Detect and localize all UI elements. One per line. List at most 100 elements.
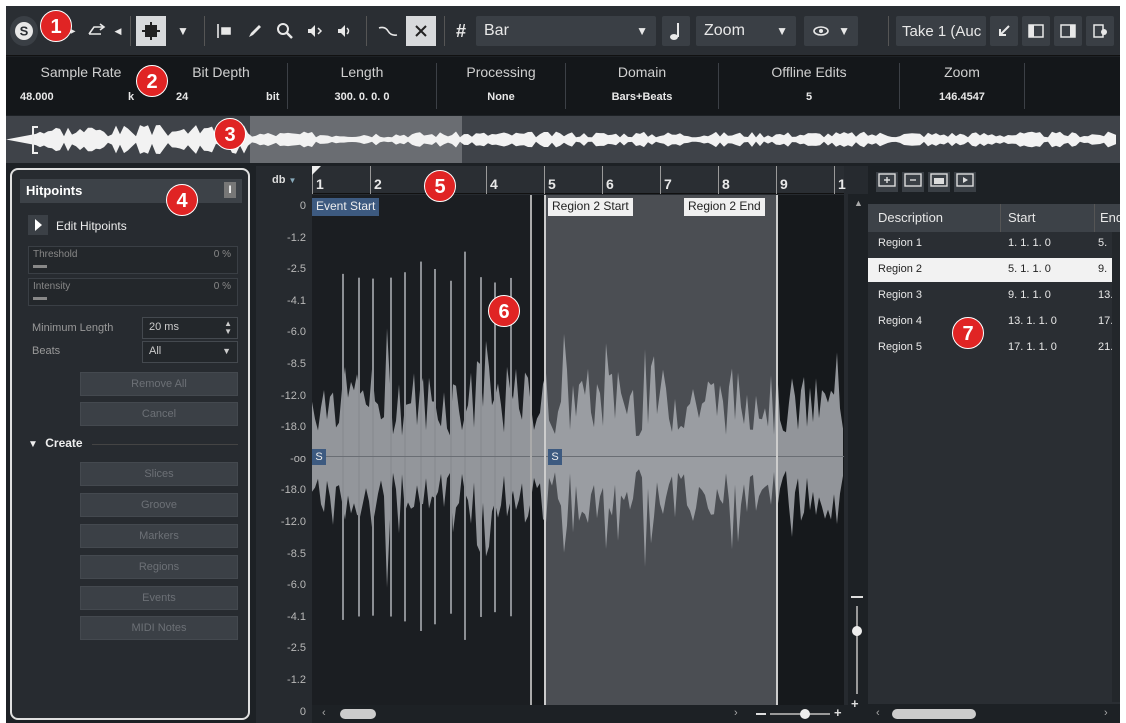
ruler-format-value: Bar: [484, 22, 509, 39]
column-header-description[interactable]: Description: [878, 210, 943, 225]
scroll-up-arrow[interactable]: ▲: [854, 198, 863, 208]
horizontal-scrollbar[interactable]: ‹ › +: [312, 705, 848, 723]
solo-button[interactable]: S: [10, 16, 38, 46]
object-selection-tool[interactable]: [136, 16, 166, 46]
locate-button[interactable]: [990, 16, 1018, 46]
ruler-format-dropdown[interactable]: Bar ▼: [476, 16, 656, 46]
region-sync-point-marker[interactable]: S: [548, 449, 562, 465]
grid-icon: #: [455, 20, 466, 41]
horizontal-zoom-plus[interactable]: +: [834, 705, 842, 720]
info-line: Sample Rate 48.000 k Bit Depth 24 bit Le…: [6, 57, 1120, 115]
visibility-dropdown[interactable]: ▼: [804, 16, 858, 46]
create-groove-button[interactable]: Groove: [80, 493, 238, 517]
event-start-marker[interactable]: Event Start: [312, 198, 380, 216]
left-zone-toggle[interactable]: [1022, 16, 1050, 46]
snap-zero-crossing-button[interactable]: [406, 16, 436, 46]
region-end: 5.: [1098, 237, 1108, 249]
loop-playback-button[interactable]: [82, 16, 112, 46]
window-settings-button[interactable]: [1086, 16, 1114, 46]
level-unit-dropdown[interactable]: db ▼: [272, 174, 296, 186]
svg-text:S: S: [20, 24, 29, 39]
edit-hitpoints-button[interactable]: [28, 215, 48, 235]
remove-region-button[interactable]: [902, 172, 924, 192]
draw-tool[interactable]: [242, 16, 268, 46]
callout-marker-3: 3: [214, 118, 246, 150]
create-regions-button[interactable]: Regions: [80, 555, 238, 579]
horizontal-zoom-handle[interactable]: [800, 709, 810, 719]
right-zone-toggle[interactable]: [1054, 16, 1082, 46]
intensity-slider[interactable]: Intensity 0 %: [28, 278, 238, 306]
regions-scroll-thumb[interactable]: [892, 709, 976, 719]
table-row[interactable]: Region 4 13. 1. 1. 0 17.: [868, 310, 1120, 334]
select-region-button[interactable]: [928, 172, 950, 192]
info-length[interactable]: Length 300. 0. 0. 0: [288, 57, 436, 115]
table-row[interactable]: Region 2 5. 1. 1. 0 9.: [868, 258, 1120, 282]
create-slices-button[interactable]: Slices: [80, 462, 238, 486]
info-domain[interactable]: Domain Bars+Beats: [566, 57, 718, 115]
scroll-left-arrow[interactable]: ‹: [876, 707, 880, 719]
take-selector[interactable]: Take 1 (Auc: [896, 16, 986, 46]
vertical-zoom-minus[interactable]: [851, 596, 863, 598]
auto-scroll-button[interactable]: [374, 16, 402, 46]
threshold-slider[interactable]: Threshold 0 %: [28, 246, 238, 274]
column-header-start[interactable]: Start: [1008, 210, 1035, 225]
time-selection-tool[interactable]: [211, 16, 237, 46]
info-offline-edits[interactable]: Offline Edits 5: [719, 57, 899, 115]
horizontal-zoom-minus[interactable]: [756, 713, 766, 715]
create-divider: [92, 444, 238, 445]
vertical-zoom-handle[interactable]: [852, 626, 862, 636]
region-description: Region 2: [878, 263, 923, 275]
add-region-button[interactable]: [876, 172, 898, 192]
region-end: 21.: [1098, 341, 1114, 353]
vertical-zoom-plus[interactable]: +: [851, 696, 859, 711]
info-bit-depth[interactable]: Bit Depth 24 bit: [156, 57, 286, 115]
scroll-right-arrow[interactable]: ›: [1104, 707, 1108, 719]
table-row[interactable]: Region 5 17. 1. 1. 0 21.: [868, 336, 1120, 360]
remove-all-button[interactable]: Remove All: [80, 372, 238, 396]
callout-marker-2: 2: [136, 65, 168, 97]
ruler-tick: [718, 166, 719, 194]
settings-gear-icon: [1093, 24, 1107, 38]
transient-spike: [420, 261, 422, 631]
beats-dropdown[interactable]: All ▼: [142, 341, 238, 363]
region-2-end-marker[interactable]: Region 2 End: [684, 198, 765, 216]
region-description: Region 4: [878, 315, 923, 327]
scroll-right-arrow[interactable]: ›: [734, 707, 738, 719]
zoom-dropdown[interactable]: Zoom ▼: [696, 16, 796, 46]
table-vertical-scrollbar[interactable]: [1112, 232, 1120, 702]
play-region-button[interactable]: [954, 172, 976, 192]
waveform-display[interactable]: Event Start Region 2 Start Region 2 End …: [312, 195, 844, 705]
overview-line[interactable]: [6, 116, 1120, 163]
region-2-start-marker[interactable]: Region 2 Start: [548, 198, 633, 216]
column-header-end[interactable]: End: [1100, 210, 1120, 225]
info-zoom[interactable]: Zoom 146.4547: [900, 57, 1024, 115]
ruler[interactable]: 1 2 4 5 6 7 8 9 1: [312, 166, 846, 194]
create-section-header[interactable]: ▼ Create: [28, 436, 83, 450]
scroll-left-arrow[interactable]: ‹: [322, 707, 326, 719]
scrub-tool[interactable]: [302, 16, 328, 46]
vertical-zoom-track[interactable]: [856, 606, 858, 694]
table-row[interactable]: Region 3 9. 1. 1. 0 13.: [868, 284, 1120, 308]
horizontal-scroll-thumb[interactable]: [340, 709, 376, 719]
zoom-tool[interactable]: [272, 16, 298, 46]
table-row[interactable]: Region 1 1. 1. 1. 0 5.: [868, 232, 1120, 256]
info-processing[interactable]: Processing None: [437, 57, 565, 115]
min-length-stepper[interactable]: 20 ms ▲ ▼: [142, 317, 238, 339]
create-events-button[interactable]: Events: [80, 586, 238, 610]
sync-point-marker[interactable]: S: [312, 449, 326, 465]
musical-mode-button[interactable]: [662, 16, 690, 46]
loop-menu-arrow[interactable]: ◀: [113, 16, 123, 46]
tool-menu-arrow[interactable]: ▼: [171, 16, 195, 46]
info-label: Offline Edits: [771, 64, 847, 80]
info-sample-rate[interactable]: Sample Rate 48.000 k: [6, 57, 156, 115]
hitpoints-section-header[interactable]: Hitpoints I: [20, 179, 242, 203]
min-length-label: Minimum Length: [32, 322, 114, 334]
regions-horizontal-scrollbar[interactable]: ‹ ›: [868, 705, 1120, 723]
vertical-scrollbar[interactable]: ▲ +: [848, 194, 868, 723]
play-tool[interactable]: [332, 16, 358, 46]
pin-icon[interactable]: I: [224, 182, 236, 198]
region-end: 9.: [1098, 263, 1108, 275]
create-midi-notes-button[interactable]: MIDI Notes: [80, 616, 238, 640]
cancel-button[interactable]: Cancel: [80, 402, 238, 426]
create-markers-button[interactable]: Markers: [80, 524, 238, 548]
